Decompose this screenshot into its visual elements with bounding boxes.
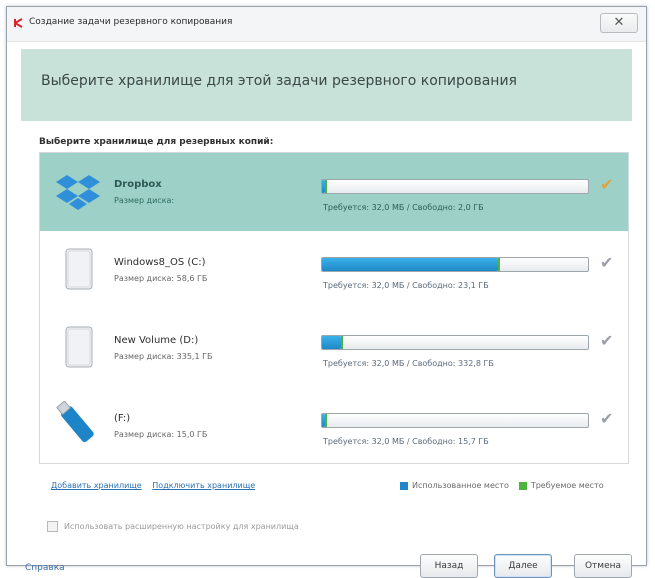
close-button[interactable]: ✕ [600, 13, 638, 33]
storage-item-dropbox[interactable]: Dropbox Размер диска: Требуется: 32,0 МБ… [40, 153, 628, 231]
add-storage-link[interactable]: Добавить хранилище [51, 481, 142, 490]
connect-storage-link[interactable]: Подключить хранилище [152, 481, 255, 490]
space-bar [321, 335, 589, 350]
checkmark-icon: ✔ [600, 331, 614, 350]
checkmark-icon: ✔ [600, 409, 614, 428]
section-label: Выберите хранилище для резервных копий: [39, 137, 274, 147]
space-info: Требуется: 32,0 МБ / Свободно: 23,1 ГБ [323, 281, 489, 290]
storage-name: Dropbox [114, 179, 162, 190]
space-bar [321, 257, 589, 272]
header-text: Выберите хранилище для этой задачи резер… [41, 73, 517, 89]
header-band: Выберите хранилище для этой задачи резер… [21, 49, 632, 121]
storage-list: Dropbox Размер диска: Требуется: 32,0 МБ… [39, 152, 629, 464]
next-button[interactable]: Далее [494, 554, 552, 578]
backup-task-dialog: Создание задачи резервного копирования ✕… [6, 6, 647, 578]
advanced-settings-checkbox[interactable] [47, 521, 58, 532]
title-bar: Создание задачи резервного копирования ✕ [7, 7, 646, 42]
storage-size: Размер диска: 58,6 ГБ [114, 274, 208, 283]
space-bar [321, 413, 589, 428]
space-info: Требуется: 32,0 МБ / Свободно: 15,7 ГБ [323, 437, 489, 446]
legend-required: Требуемое место [518, 481, 604, 490]
checkmark-icon: ✔ [600, 253, 614, 272]
used-space-fill [322, 336, 341, 349]
cancel-button[interactable]: Отмена [574, 554, 632, 578]
storage-item-c-drive[interactable]: Windows8_OS (C:) Размер диска: 58,6 ГБ Т… [40, 231, 628, 309]
storage-item-f-drive[interactable]: (F:) Размер диска: 15,0 ГБ Требуется: 32… [40, 387, 628, 465]
used-space-fill [322, 258, 498, 271]
back-button[interactable]: Назад [420, 554, 478, 578]
storage-size: Размер диска: 15,0 ГБ [114, 430, 208, 439]
space-bar [321, 179, 589, 194]
used-swatch [400, 481, 408, 490]
storage-links: Добавить хранилище Подключить хранилище [51, 481, 263, 490]
storage-name: New Volume (D:) [114, 335, 199, 346]
checkmark-icon: ✔ [600, 175, 614, 194]
advanced-settings-option[interactable]: Использовать расширенную настройку для х… [47, 521, 299, 532]
legend: Использованное место Требуемое место [400, 481, 614, 490]
storage-name: (F:) [114, 413, 131, 424]
required-space-marker [341, 336, 343, 349]
required-space-marker [325, 180, 327, 193]
required-swatch [518, 481, 527, 490]
dropbox-icon [56, 175, 100, 210]
space-info: Требуется: 32,0 МБ / Свободно: 332,8 ГБ [323, 359, 494, 368]
drive-icon [65, 326, 93, 368]
kaspersky-logo-icon [14, 18, 23, 28]
drive-icon [65, 248, 93, 290]
footer: Справка Назад Далее Отмена [7, 542, 646, 578]
legend-used: Использованное место [400, 481, 509, 490]
storage-name: Windows8_OS (C:) [114, 257, 206, 268]
required-space-marker [325, 414, 327, 427]
storage-size: Размер диска: [114, 196, 175, 205]
usb-drive-icon [56, 401, 94, 443]
legend-used-label: Использованное место [412, 481, 509, 490]
storage-size: Размер диска: 335,1 ГБ [114, 352, 213, 361]
advanced-settings-label: Использовать расширенную настройку для х… [64, 522, 299, 531]
space-info: Требуется: 32,0 МБ / Свободно: 2,0 ГБ [323, 203, 484, 212]
legend-required-label: Требуемое место [530, 481, 604, 490]
storage-item-d-drive[interactable]: New Volume (D:) Размер диска: 335,1 ГБ Т… [40, 309, 628, 387]
window-title: Создание задачи резервного копирования [29, 17, 233, 27]
required-space-marker [498, 258, 500, 271]
